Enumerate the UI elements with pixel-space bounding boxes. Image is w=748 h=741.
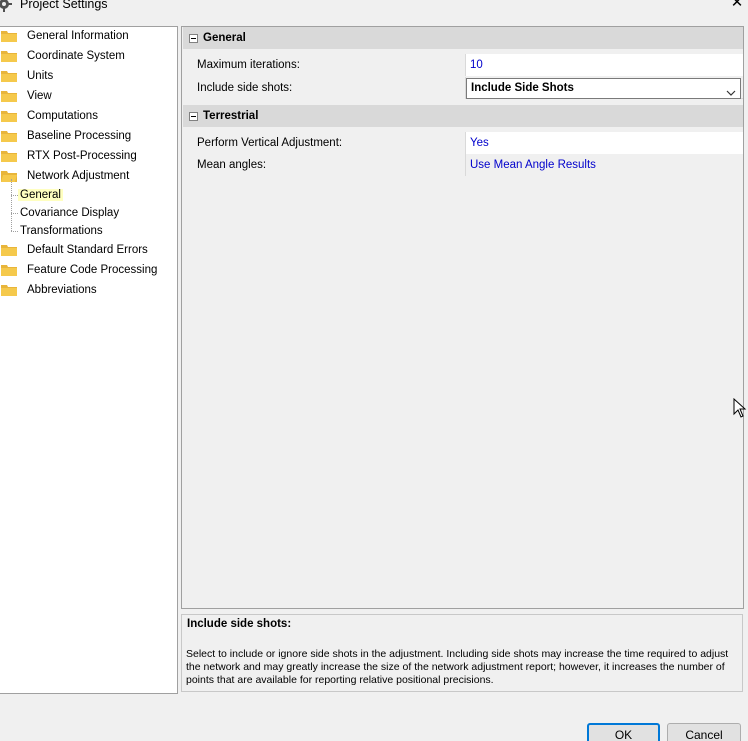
folder-open-icon xyxy=(1,170,17,182)
cancel-button[interactable]: Cancel xyxy=(667,723,741,741)
folder-icon xyxy=(1,264,17,276)
tree-item-label: Units xyxy=(27,70,54,82)
folder-icon xyxy=(1,30,17,42)
property-name: Include side shots: xyxy=(194,77,466,99)
folder-icon xyxy=(1,90,17,102)
tree-connector xyxy=(11,213,18,214)
property-name: Mean angles: xyxy=(194,154,466,176)
category-terrestrial: Terrestrial xyxy=(183,105,743,127)
window-title: Project Settings xyxy=(20,0,108,11)
mouse-cursor-icon xyxy=(733,397,747,418)
tree-child-label: General xyxy=(18,189,63,201)
include-side-shots-dropdown[interactable]: Include Side Shots xyxy=(466,78,741,99)
collapse-icon[interactable] xyxy=(189,34,198,43)
tree-item-label: Abbreviations xyxy=(27,284,97,296)
property-row-maximum-iterations: Maximum iterations: 10 xyxy=(194,54,743,76)
perform-vertical-adjustment-field[interactable]: Yes xyxy=(466,132,743,154)
property-grid: General Maximum iterations: 10 Include s… xyxy=(181,26,744,609)
ok-button[interactable]: OK xyxy=(587,723,660,741)
mean-angles-field[interactable]: Use Mean Angle Results xyxy=(466,154,743,176)
tree-child-label: Covariance Display xyxy=(20,207,120,219)
gear-icon xyxy=(0,0,12,12)
property-name: Maximum iterations: xyxy=(194,54,466,76)
chevron-down-icon[interactable] xyxy=(726,85,736,96)
property-row-mean-angles: Mean angles: Use Mean Angle Results xyxy=(194,154,743,176)
category-title: General xyxy=(203,32,246,44)
folder-icon xyxy=(1,110,17,122)
tree-item-label: View xyxy=(27,90,52,102)
tree-connector xyxy=(11,179,12,231)
tree-item-label: Baseline Processing xyxy=(27,130,132,142)
tree-item-label: RTX Post-Processing xyxy=(27,150,137,162)
folder-icon xyxy=(1,70,17,82)
tree-child-general[interactable]: General xyxy=(18,186,63,204)
property-row-include-side-shots: Include side shots: Include Side Shots xyxy=(194,77,743,99)
help-text: Select to include or ignore side shots i… xyxy=(186,648,729,686)
help-panel: Include side shots: Select to include or… xyxy=(181,614,743,692)
tree-item-label: Coordinate System xyxy=(27,50,125,62)
folder-icon xyxy=(1,150,17,162)
folder-icon xyxy=(1,130,17,142)
tree-child-transformations[interactable]: Transformations xyxy=(18,222,105,240)
tree-connector xyxy=(11,195,18,196)
folder-icon xyxy=(1,244,17,256)
property-name: Perform Vertical Adjustment: xyxy=(194,132,466,154)
tree-item-label: Network Adjustment xyxy=(27,170,130,182)
category-title: Terrestrial xyxy=(203,110,259,122)
dropdown-value: Include Side Shots xyxy=(471,82,574,94)
tree-item-label: Default Standard Errors xyxy=(27,244,148,256)
tree-child-covariance-display[interactable]: Covariance Display xyxy=(18,204,121,222)
close-icon[interactable]: ✕ xyxy=(729,0,745,11)
help-title: Include side shots: xyxy=(187,618,292,630)
title-bar: Project Settings ✕ xyxy=(0,0,748,14)
tree-item-label: Computations xyxy=(27,110,98,122)
tree-item-label: General Information xyxy=(27,30,129,42)
tree-connector xyxy=(11,231,18,232)
category-general: General xyxy=(183,27,743,49)
folder-icon xyxy=(1,50,17,62)
property-row-perform-vertical-adjustment: Perform Vertical Adjustment: Yes xyxy=(194,132,743,154)
collapse-icon[interactable] xyxy=(189,112,198,121)
maximum-iterations-field[interactable]: 10 xyxy=(466,54,743,76)
folder-icon xyxy=(1,284,17,296)
settings-tree: General Information Coordinate System Un… xyxy=(0,26,178,694)
tree-child-label: Transformations xyxy=(20,225,103,237)
tree-item-label: Feature Code Processing xyxy=(27,264,158,276)
